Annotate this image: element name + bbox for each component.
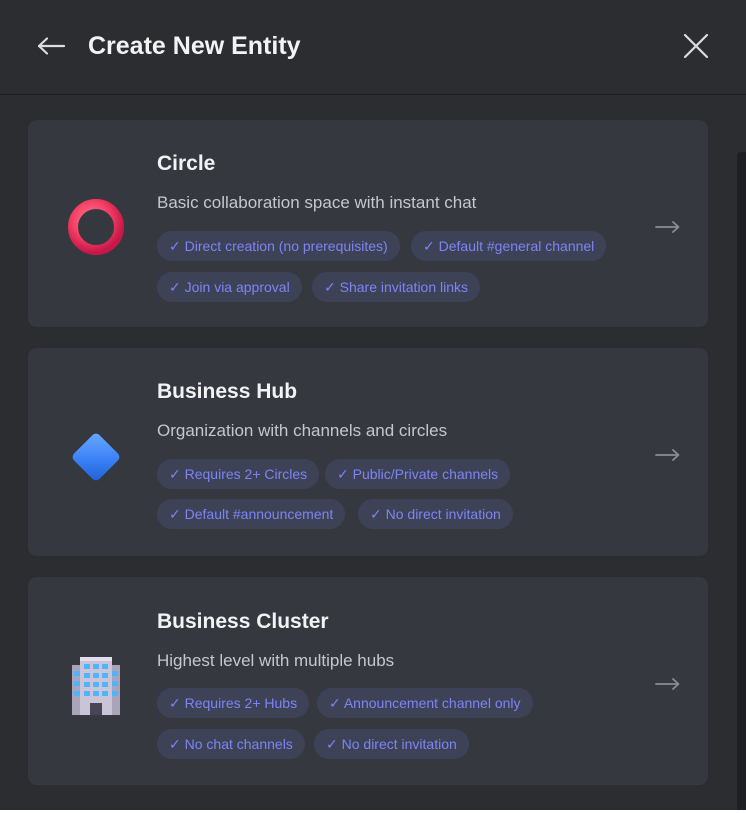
card-title: Business Hub bbox=[157, 380, 298, 403]
feature-tag: ✓ Announcement channel only bbox=[317, 688, 533, 718]
card-title: Business Cluster bbox=[157, 610, 329, 633]
close-button[interactable] bbox=[680, 30, 712, 62]
feature-tag: ✓ Direct creation (no prerequisites) bbox=[157, 231, 400, 261]
card-description: Organization with channels and circles bbox=[157, 421, 448, 440]
arrow-right-icon bbox=[655, 221, 680, 233]
diamond-icon bbox=[72, 433, 120, 481]
back-button[interactable] bbox=[34, 28, 68, 64]
arrow-left-icon bbox=[37, 37, 66, 55]
feature-tag: ✓ Requires 2+ Circles bbox=[157, 459, 320, 489]
feature-tag: ✓ Public/Private channels bbox=[325, 459, 511, 489]
office-building-icon bbox=[72, 657, 120, 715]
feature-tag: ✓ Share invitation links bbox=[312, 272, 481, 302]
feature-tag: ✓ No direct invitation bbox=[358, 499, 513, 529]
card-description: Basic collaboration space with instant c… bbox=[157, 193, 477, 212]
feature-tag: ✓ No chat channels bbox=[157, 729, 305, 759]
feature-tag: ✓ No direct invitation bbox=[314, 729, 469, 759]
card-description: Highest level with multiple hubs bbox=[157, 651, 395, 670]
entity-card-business-hub[interactable]: Business Hub Organization with channels … bbox=[28, 348, 708, 556]
modal-header: Create New Entity bbox=[0, 0, 746, 95]
page-title: Create New Entity bbox=[88, 32, 301, 60]
close-icon bbox=[683, 33, 709, 59]
entity-card-circle[interactable]: Circle Basic collaboration space with in… bbox=[28, 120, 708, 327]
arrow-right-icon bbox=[655, 678, 680, 690]
scrollbar[interactable] bbox=[737, 152, 746, 810]
entity-card-business-cluster[interactable]: Business Cluster Highest level with mult… bbox=[28, 577, 708, 785]
feature-tag: ✓ Join via approval bbox=[157, 272, 302, 302]
feature-tag: ✓ Default #announcement bbox=[157, 499, 346, 529]
card-title: Circle bbox=[157, 152, 216, 175]
create-entity-modal: Create New Entity Circle Basic collabora… bbox=[0, 0, 746, 810]
feature-tag: ✓ Requires 2+ Hubs bbox=[157, 688, 310, 718]
ring-icon bbox=[68, 199, 124, 255]
feature-tag: ✓ Default #general channel bbox=[411, 231, 607, 261]
arrow-right-icon bbox=[655, 449, 680, 461]
